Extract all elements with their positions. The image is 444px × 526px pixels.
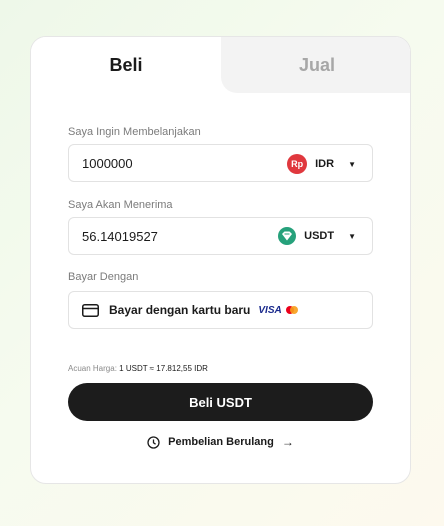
recurring-purchase-link[interactable]: Pembelian Berulang → xyxy=(68,435,373,449)
chevron-down-icon: ▼ xyxy=(348,159,356,169)
tab-sell[interactable]: Jual xyxy=(221,37,410,93)
receive-currency-code: USDT xyxy=(304,230,335,242)
chevron-down-icon: ▼ xyxy=(348,231,356,241)
credit-card-icon xyxy=(82,303,99,317)
payment-method-field[interactable]: Bayar dengan kartu baru VISA xyxy=(68,291,373,329)
clock-icon xyxy=(147,435,160,449)
receive-amount[interactable]: 56.14019527 xyxy=(82,229,158,244)
payment-label: Bayar Dengan xyxy=(68,271,139,283)
rupiah-icon: Rp xyxy=(287,154,308,174)
receive-field[interactable]: 56.14019527 USDT ▼ xyxy=(68,217,373,255)
buy-usdt-button[interactable]: Beli USDT xyxy=(68,383,373,421)
price-reference-label: Acuan Harga: xyxy=(68,364,117,373)
arrow-right-icon: → xyxy=(281,435,294,449)
spend-currency-code: IDR xyxy=(315,158,335,170)
spend-field[interactable]: 1000000 Rp IDR ▼ xyxy=(68,144,373,182)
receive-currency-select[interactable]: USDT ▼ xyxy=(278,227,356,245)
price-reference-rate: 1 USDT ≈ 17.812,55 IDR xyxy=(119,364,208,373)
trade-card: Beli Jual Saya Ingin Membelanjakan 10000… xyxy=(30,36,411,484)
tab-buy[interactable]: Beli xyxy=(31,37,221,93)
tab-bar: Beli Jual xyxy=(31,37,410,93)
receive-label: Saya Akan Menerima xyxy=(68,199,173,211)
price-reference: Acuan Harga: 1 USDT ≈ 17.812,55 IDR xyxy=(68,364,208,373)
spend-currency-select[interactable]: Rp IDR ▼ xyxy=(287,154,356,174)
spend-amount[interactable]: 1000000 xyxy=(82,156,133,171)
spend-label: Saya Ingin Membelanjakan xyxy=(68,126,201,138)
recurring-purchase-label: Pembelian Berulang xyxy=(168,436,274,448)
payment-method-text: Bayar dengan kartu baru xyxy=(109,303,251,317)
usdt-icon xyxy=(278,227,297,245)
visa-logo: VISA xyxy=(258,304,282,316)
mastercard-logo xyxy=(285,306,298,314)
